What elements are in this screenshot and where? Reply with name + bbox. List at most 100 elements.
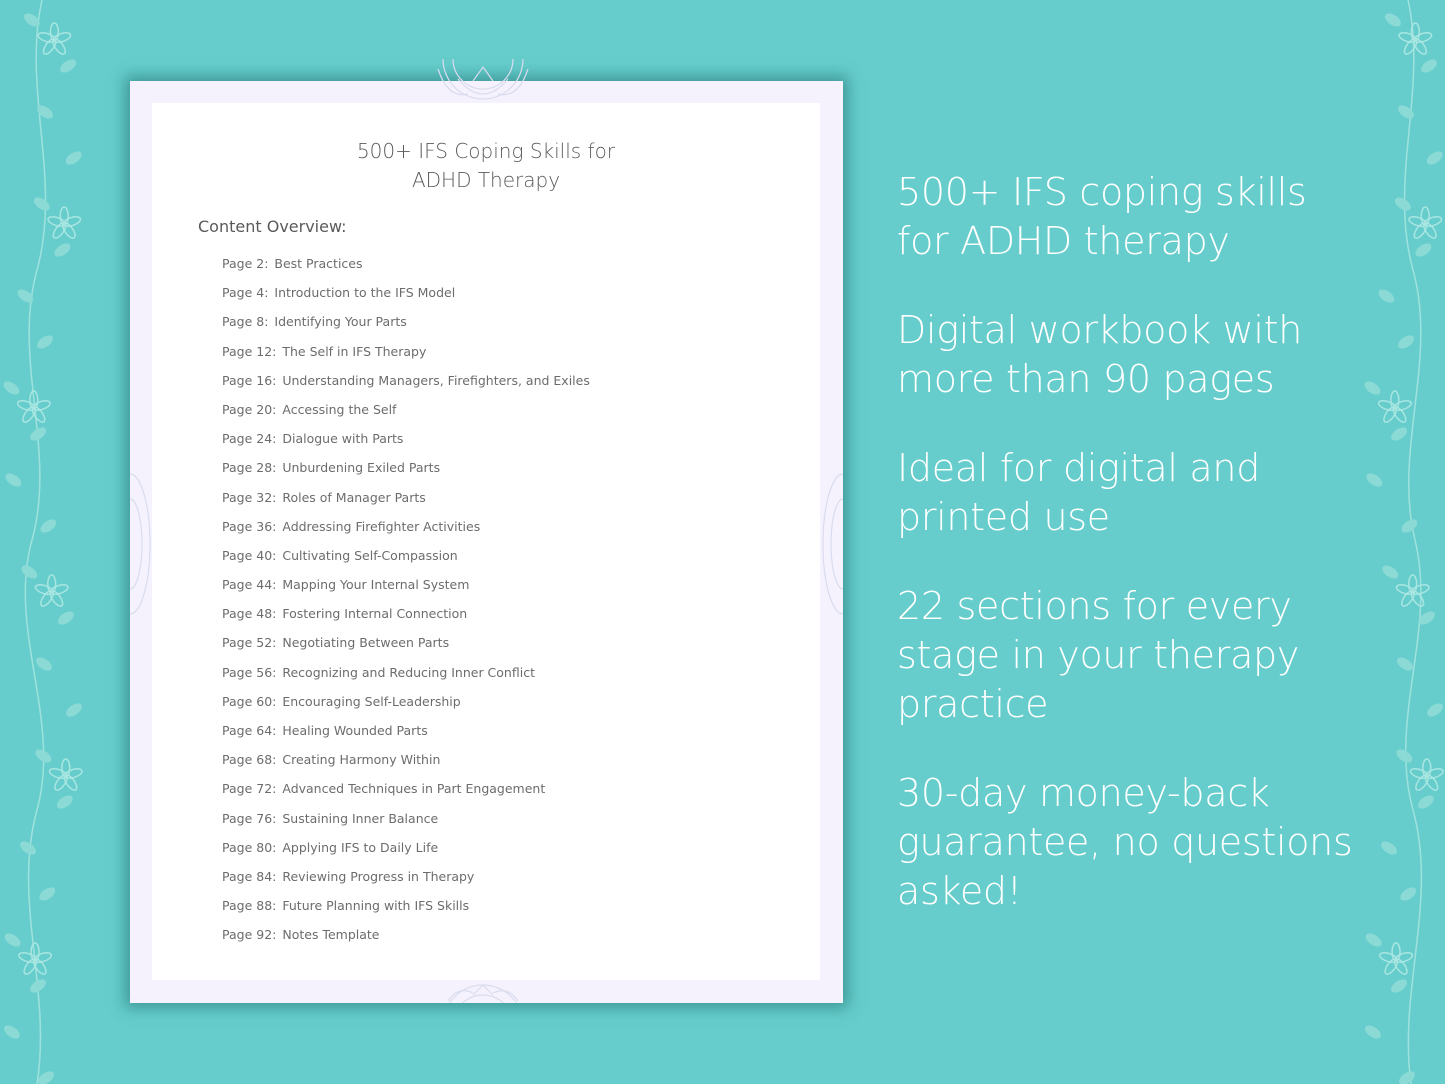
flower-icon [37,22,72,55]
toc-item: Page 64: Healing Wounded Parts [222,722,590,751]
page-content-area: 500+ IFS Coping Skills for ADHD Therapy … [152,103,820,980]
leaf-icon [1426,151,1443,165]
leaf-icon [33,197,50,211]
leaf-icon [37,105,53,119]
table-of-contents: Page 2: Best Practices Page 4: Introduction… [222,255,590,956]
leaf-icon [1398,105,1414,119]
leaf-icon [1398,335,1414,349]
leaf-icon [54,243,71,257]
toc-item: Page 40: Cultivating Self-Compassion [222,547,590,576]
leaf-icon [1397,657,1413,671]
toc-section-title: Dialogue with Parts [282,431,404,447]
content-overview-heading: Content Overview: [198,217,347,236]
leaf-icon [1391,979,1407,993]
leaf-icon [56,795,73,809]
leaf-icon [36,657,52,671]
toc-item: Page 8: Identifying Your Parts [222,313,590,342]
mandala-bottom-ornament [447,984,519,1003]
toc-item: Page 56: Recognizing and Reducing Inner C… [222,664,590,693]
toc-item: Page 32: Roles of Manager Parts [222,489,590,518]
flower-icon [48,758,83,791]
flower-icon [1395,574,1430,607]
toc-item: Page 84: Reviewing Progress in Therapy [222,868,590,897]
toc-page-number: Page 72: [222,781,277,797]
flower-icon [34,574,69,607]
feature-list: 500+ IFS coping skills for ADHD therapy D… [897,168,1357,956]
mandala-left-ornament [130,473,151,615]
leaf-icon [3,381,20,395]
flower-icon [1408,206,1443,239]
leaf-icon [1401,519,1418,533]
flower-icon [1379,942,1414,975]
toc-item: Page 72: Advanced Techniques in Part Enga… [222,780,590,809]
toc-item: Page 92: Notes Template [222,926,590,955]
toc-item: Page 68: Creating Harmony Within [222,751,590,780]
leaf-icon [1427,703,1443,717]
leaf-icon [1385,13,1401,27]
leaf-icon [1378,289,1395,303]
toc-page-number: Page 24: [222,431,277,447]
toc-section-title: Addressing Firefighter Activities [282,518,481,534]
feature-item: 22 sections for every stage in your ther… [897,584,1300,726]
toc-section-title: Cultivating Self-Compassion [282,547,458,563]
toc-section-title: Encouraging Self-Leadership [282,693,461,709]
toc-section-title: The Self in IFS Therapy [282,343,427,359]
leaf-icon [4,933,21,947]
feature-item: 500+ IFS coping skills for ADHD therapy [897,170,1307,263]
toc-item: Page 2: Best Practices [222,255,590,284]
leaf-icon [65,151,82,165]
leaf-icon [1365,933,1382,947]
flower-icon [47,206,82,239]
leaf-icon [1381,841,1397,855]
mandala-right-ornament [822,473,843,615]
flower-icon [1377,390,1412,423]
toc-page-number: Page 32: [222,489,277,505]
toc-page-number: Page 2: [222,256,269,271]
toc-section-title: Mapping Your Internal System [282,577,470,593]
toc-section-title: Recognizing and Reducing Inner Conflict [282,664,535,680]
toc-section-title: Creating Harmony Within [282,752,441,768]
leaf-icon [60,59,76,73]
flower-icon [18,942,53,975]
toc-section-title: Identifying Your Parts [274,314,407,330]
leaf-icon [40,519,57,533]
toc-page-number: Page 68: [222,752,277,768]
toc-page-number: Page 92: [222,927,277,943]
toc-section-title: Future Planning with IFS Skills [282,898,470,914]
mandala-top-ornament [437,59,529,100]
toc-section-title: Best Practices [274,256,363,271]
toc-page-number: Page 4: [222,285,269,301]
toc-item: Page 52: Negotiating Between Parts [222,634,590,663]
toc-section-title: Introduction to the IFS Model [274,285,456,301]
toc-page-number: Page 28: [222,460,277,476]
toc-page-number: Page 88: [222,898,277,914]
leaf-icon [1417,795,1434,809]
toc-item: Page 88: Future Planning with IFS Skills [222,897,590,926]
leaf-icon [1365,1025,1381,1039]
leaf-icon [37,335,53,349]
flower-icon [1409,758,1444,791]
leaf-icon [1364,381,1381,395]
toc-page-number: Page 12: [222,343,277,359]
leaf-icon [1391,427,1408,441]
toc-page-number: Page 64: [222,723,277,738]
toc-page-number: Page 48: [222,606,277,622]
toc-section-title: Unburdening Exiled Parts [282,460,441,476]
feature-item: Digital workbook with more than 90 pages [897,308,1302,401]
leaf-icon [21,565,38,579]
toc-page-number: Page 60: [222,693,277,709]
toc-item: Page 36: Addressing Firefighter Activitie… [222,518,590,547]
toc-section-title: Sustaining Inner Balance [282,810,439,826]
toc-section-title: Reviewing Progress in Therapy [282,868,475,884]
toc-item: Page 48: Fostering Internal Connection [222,605,590,634]
toc-page-number: Page 56: [222,664,277,680]
leaf-icon [1394,197,1411,211]
toc-section-title: Applying IFS to Daily Life [282,839,439,855]
toc-item: Page 44: Mapping Your Internal System [222,576,590,605]
floral-vine-left-decoration [3,0,83,1084]
toc-item: Page 16: Understanding Managers, Firefigh… [222,372,590,401]
leaf-icon [20,841,36,855]
toc-item: Page 28: Unburdening Exiled Parts [222,459,590,488]
toc-page-number: Page 16: [222,372,277,388]
toc-page-number: Page 76: [222,810,277,826]
